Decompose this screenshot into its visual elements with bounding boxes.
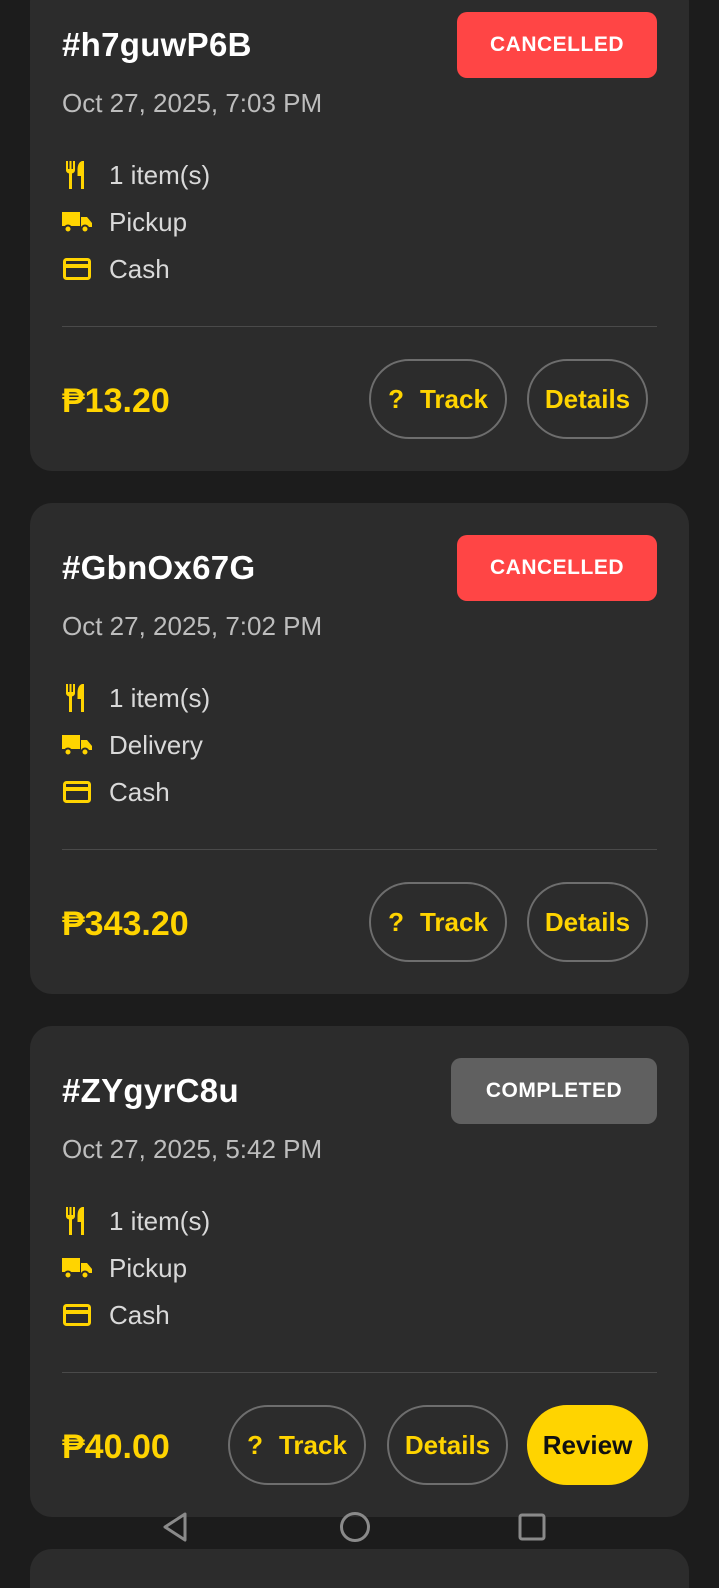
order-card[interactable]: #h7guwP6B CANCELLED Oct 27, 2025, 7:03 P…	[30, 0, 689, 471]
fulfillment-type: Delivery	[109, 729, 203, 760]
order-total: ₱40.00	[62, 1428, 170, 1466]
system-navigation-bar	[0, 1500, 719, 1560]
order-card[interactable]: #ZYgyrC8u COMPLETED Oct 27, 2025, 5:42 P…	[30, 1026, 689, 1517]
home-circle-icon[interactable]	[338, 1510, 372, 1544]
details-button[interactable]: Details	[387, 1405, 508, 1485]
credit-card-icon	[62, 254, 92, 284]
order-date: Oct 27, 2025, 5:42 PM	[62, 1134, 323, 1164]
credit-card-icon	[62, 1300, 92, 1330]
payment-method: Cash	[109, 776, 170, 807]
order-date: Oct 27, 2025, 7:03 PM	[62, 88, 323, 118]
track-label: Track	[419, 906, 488, 937]
details-label: Details	[544, 906, 631, 937]
track-label: Track	[278, 1429, 347, 1460]
track-label: Track	[419, 383, 488, 414]
payment-method: Cash	[109, 1299, 170, 1330]
help-icon: ?	[388, 906, 404, 937]
details-button[interactable]: Details	[527, 882, 648, 962]
items-count: 1 item(s)	[109, 1205, 211, 1236]
help-icon: ?	[247, 1429, 263, 1460]
payment-row: Cash	[62, 1298, 170, 1332]
order-date: Oct 27, 2025, 7:02 PM	[62, 611, 323, 641]
track-button[interactable]: ? Track	[369, 359, 507, 439]
details-label: Details	[404, 1429, 491, 1460]
review-button[interactable]: Review	[527, 1405, 648, 1485]
fulfillment-type: Pickup	[109, 206, 188, 237]
review-label: Review	[542, 1429, 633, 1460]
fulfillment-row: Pickup	[62, 1251, 187, 1285]
items-count: 1 item(s)	[109, 159, 211, 190]
order-id: #h7guwP6B	[62, 26, 252, 63]
truck-icon	[62, 207, 92, 237]
order-total: ₱13.20	[62, 382, 170, 420]
payment-row: Cash	[62, 252, 170, 286]
credit-card-icon	[62, 777, 92, 807]
divider	[62, 326, 657, 327]
details-label: Details	[544, 383, 631, 414]
payment-method: Cash	[109, 253, 170, 284]
divider	[62, 1372, 657, 1373]
truck-icon	[62, 730, 92, 760]
status-badge: CANCELLED	[457, 12, 657, 78]
items-row: 1 item(s)	[62, 1204, 210, 1238]
orders-screen: #h7guwP6B CANCELLED Oct 27, 2025, 7:03 P…	[0, 0, 719, 1588]
back-triangle-icon[interactable]	[158, 1510, 192, 1544]
items-row: 1 item(s)	[62, 681, 210, 715]
fulfillment-type: Pickup	[109, 1252, 188, 1283]
fulfillment-row: Delivery	[62, 728, 203, 762]
order-id: #ZYgyrC8u	[62, 1072, 239, 1109]
track-button[interactable]: ? Track	[228, 1405, 366, 1485]
payment-row: Cash	[62, 775, 170, 809]
utensils-icon	[62, 683, 92, 713]
recents-square-icon[interactable]	[515, 1510, 549, 1544]
details-button[interactable]: Details	[527, 359, 648, 439]
items-count: 1 item(s)	[109, 682, 211, 713]
status-badge: CANCELLED	[457, 535, 657, 601]
order-card[interactable]: #GbnOx67G CANCELLED Oct 27, 2025, 7:02 P…	[30, 503, 689, 994]
truck-icon	[62, 1253, 92, 1283]
divider	[62, 849, 657, 850]
fulfillment-row: Pickup	[62, 205, 187, 239]
utensils-icon	[62, 1206, 92, 1236]
order-total: ₱343.20	[62, 905, 189, 943]
order-id: #GbnOx67G	[62, 549, 256, 586]
utensils-icon	[62, 160, 92, 190]
track-button[interactable]: ? Track	[369, 882, 507, 962]
help-icon: ?	[388, 383, 404, 414]
items-row: 1 item(s)	[62, 158, 210, 192]
status-badge: COMPLETED	[451, 1058, 657, 1124]
